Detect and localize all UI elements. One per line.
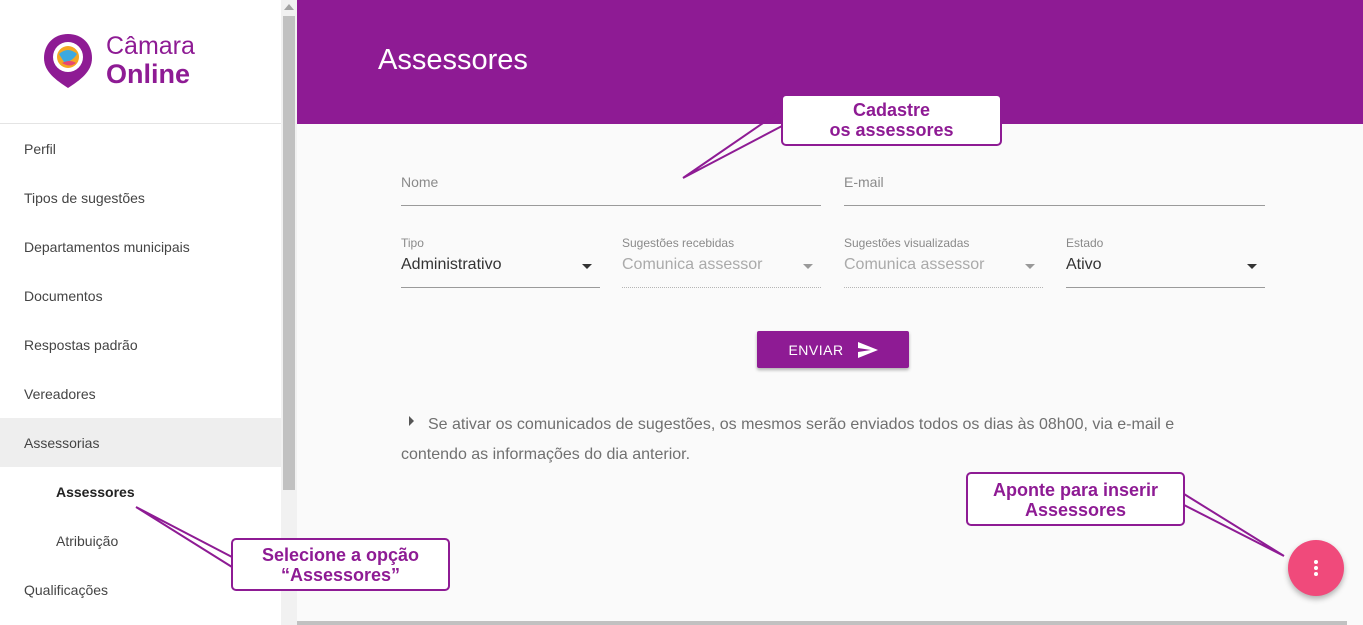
- sugestoes-recebidas-select[interactable]: Sugestões recebidas Comunica assessor: [622, 234, 821, 292]
- sidebar-item-departamentos[interactable]: Departamentos municipais: [0, 222, 281, 271]
- sidebar-scroll-thumb[interactable]: [283, 16, 295, 490]
- estado-select[interactable]: Estado Ativo: [1066, 234, 1265, 292]
- sidebar-subitem-assessores[interactable]: Assessores: [0, 467, 281, 516]
- name-field[interactable]: Nome: [401, 172, 821, 206]
- callout-selecione-line1: Selecione a opção: [261, 545, 420, 565]
- info-note: Se ativar os comunicados de sugestões, o…: [401, 410, 1221, 470]
- estado-value: Ativo: [1066, 256, 1102, 273]
- sidebar-item-respostas-padrao[interactable]: Respostas padrão: [0, 320, 281, 369]
- name-input-placeholder: Nome: [401, 174, 439, 190]
- sidebar-item-perfil[interactable]: Perfil: [0, 124, 281, 173]
- tipo-select[interactable]: Tipo Administrativo: [401, 234, 600, 292]
- email-input-placeholder: E-mail: [844, 174, 884, 190]
- chevron-down-icon: [1025, 264, 1035, 269]
- chevron-down-icon: [803, 264, 813, 269]
- more-vert-icon: [1314, 560, 1318, 564]
- estado-underline: [1066, 287, 1265, 288]
- page-title: Assessores: [378, 44, 528, 76]
- sidebar: Câmara Online Perfil Tipos de sugestões …: [0, 0, 281, 625]
- sidebar-scrollbar[interactable]: [281, 0, 297, 625]
- sidebar-item-assessorias[interactable]: Assessorias: [0, 418, 281, 467]
- fab-more-button[interactable]: [1288, 540, 1344, 596]
- visualizadas-label: Sugestões visualizadas: [844, 236, 970, 250]
- callout-cadastre-line2: os assessores: [829, 120, 954, 140]
- tipo-underline: [401, 287, 600, 288]
- tipo-value: Administrativo: [401, 256, 502, 273]
- logo-line2: Online: [106, 59, 191, 89]
- app-window: Câmara Online Perfil Tipos de sugestões …: [0, 0, 1363, 625]
- chevron-down-icon: [582, 264, 592, 269]
- estado-label: Estado: [1066, 236, 1104, 250]
- visualizadas-underline: [844, 287, 1043, 288]
- callout-selecione-line2: “Assessores”: [280, 565, 401, 585]
- visualizadas-value: Comunica assessor: [844, 256, 985, 273]
- recebidas-value: Comunica assessor: [622, 256, 763, 273]
- caret-right-icon: [409, 416, 414, 426]
- callout-cadastre: Cadastre os assessores: [781, 94, 1002, 146]
- send-button[interactable]: ENVIAR: [757, 331, 909, 368]
- callout-selecione: Selecione a opção “Assessores”: [231, 538, 450, 591]
- recebidas-underline: [622, 287, 821, 288]
- logo-text: Câmara Online: [106, 34, 195, 88]
- send-button-label: ENVIAR: [788, 341, 844, 358]
- sidebar-item-documentos[interactable]: Documentos: [0, 271, 281, 320]
- horizontal-scrollbar[interactable]: [297, 621, 1347, 625]
- more-vert-icon-dot: [1314, 572, 1318, 576]
- logo-pin-icon: [44, 34, 92, 88]
- sugestoes-visualizadas-select[interactable]: Sugestões visualizadas Comunica assessor: [844, 234, 1043, 292]
- send-icon: [857, 341, 878, 358]
- callout-aponte-line2: Assessores: [1024, 500, 1127, 520]
- callout-aponte-line1: Aponte para inserir: [992, 480, 1159, 500]
- callout-aponte: Aponte para inserir Assessores: [966, 472, 1185, 526]
- logo[interactable]: Câmara Online: [0, 0, 281, 124]
- tipo-label: Tipo: [401, 236, 424, 250]
- recebidas-label: Sugestões recebidas: [622, 236, 735, 250]
- email-field[interactable]: E-mail: [844, 172, 1265, 206]
- scroll-up-arrow-icon[interactable]: [284, 4, 294, 10]
- info-text: Se ativar os comunicados de sugestões, o…: [401, 416, 1175, 463]
- sidebar-item-vereadores[interactable]: Vereadores: [0, 369, 281, 418]
- sidebar-item-tipos-de-sugestoes[interactable]: Tipos de sugestões: [0, 173, 281, 222]
- callout-cadastre-line1: Cadastre: [852, 100, 931, 120]
- more-vert-icon-dot: [1314, 566, 1318, 570]
- logo-line1: Câmara: [106, 32, 195, 60]
- chevron-down-icon: [1247, 264, 1257, 269]
